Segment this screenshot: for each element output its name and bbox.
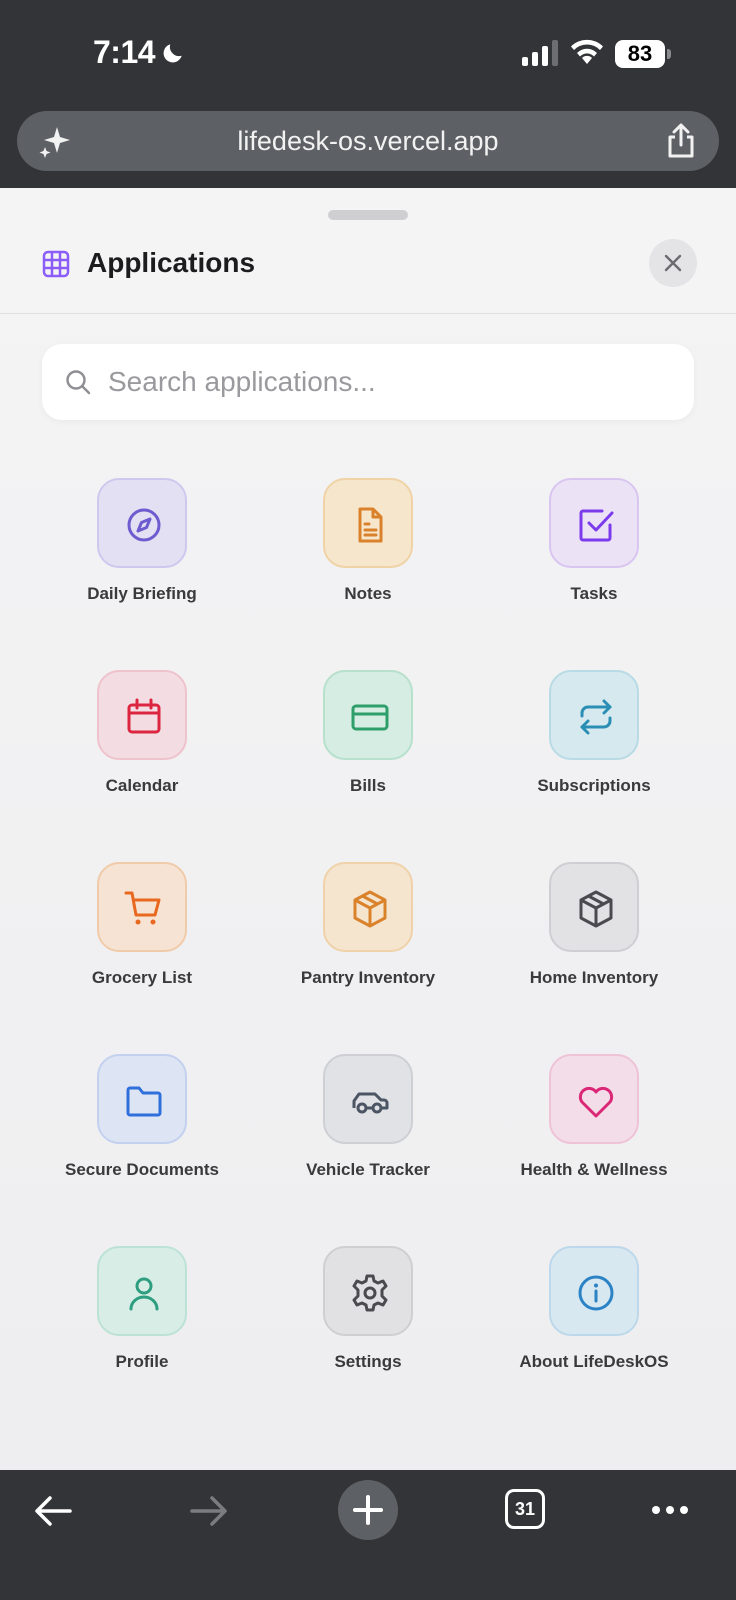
app-tasks[interactable]: Tasks [481, 478, 707, 638]
search-box[interactable] [42, 344, 694, 420]
calendar-icon [127, 698, 161, 734]
close-button[interactable] [649, 239, 697, 287]
moon-icon [163, 44, 182, 63]
app-label: Subscriptions [537, 776, 651, 795]
address-bar[interactable]: lifedesk-os.vercel.app [17, 111, 719, 171]
search-input[interactable] [108, 344, 668, 420]
app-settings[interactable]: Settings [255, 1246, 481, 1406]
status-time: 7:14 [93, 34, 156, 70]
app-vehicle-tracker[interactable]: Vehicle Tracker [255, 1054, 481, 1214]
app-calendar[interactable]: Calendar [29, 670, 255, 830]
applications-sheet: Applications Daily Briefing Notes Tasks Cal… [0, 188, 736, 1470]
car-icon [352, 1092, 389, 1114]
app-tile[interactable] [97, 862, 187, 952]
app-label: Vehicle Tracker [306, 1160, 430, 1179]
app-tile[interactable] [323, 670, 413, 760]
app-profile[interactable]: Profile [29, 1246, 255, 1406]
more-icon[interactable] [650, 1498, 690, 1522]
app-label: Health & Wellness [520, 1160, 668, 1179]
app-bills[interactable]: Bills [255, 670, 481, 830]
folder-icon [126, 1086, 162, 1117]
url-text[interactable]: lifedesk-os.vercel.app [17, 126, 719, 157]
forward-arrow-icon[interactable] [188, 1490, 230, 1532]
sheet-header: Applications [0, 228, 736, 314]
app-home-inventory[interactable]: Home Inventory [481, 862, 707, 1022]
app-tile[interactable] [97, 1246, 187, 1336]
app-tile[interactable] [323, 1246, 413, 1336]
app-label: Daily Briefing [87, 584, 197, 603]
battery-indicator: 83 [615, 40, 671, 68]
sheet-grabber[interactable] [328, 210, 408, 220]
app-label: Secure Documents [65, 1160, 219, 1179]
credit-card-icon [351, 704, 389, 731]
grid-icon [42, 250, 70, 278]
close-icon[interactable] [663, 253, 683, 273]
plus-icon[interactable] [352, 1494, 384, 1526]
battery-cap [667, 49, 671, 59]
back-arrow-icon[interactable] [32, 1490, 74, 1532]
app-label: Notes [344, 584, 392, 603]
app-notes[interactable]: Notes [255, 478, 481, 638]
checkbox-icon [579, 509, 614, 542]
app-tile[interactable] [549, 1246, 639, 1336]
status-bar: 7:14 83 [0, 0, 736, 100]
gear-icon [352, 1274, 388, 1312]
app-label: Grocery List [91, 968, 193, 987]
app-health-and-wellness[interactable]: Health & Wellness [481, 1054, 707, 1214]
app-tile[interactable] [97, 1054, 187, 1144]
shopping-cart-icon [124, 891, 161, 925]
app-tile[interactable] [97, 670, 187, 760]
new-tab-button[interactable] [338, 1480, 398, 1540]
app-label: Calendar [105, 776, 179, 795]
app-label: Bills [350, 776, 386, 795]
app-label: Settings [334, 1352, 402, 1371]
app-pantry-inventory[interactable]: Pantry Inventory [255, 862, 481, 1022]
app-label: Tasks [570, 584, 618, 603]
app-tile[interactable] [549, 1054, 639, 1144]
document-icon [358, 507, 383, 543]
app-subscriptions[interactable]: Subscriptions [481, 670, 707, 830]
cellular-signal-icon [522, 40, 558, 66]
app-label: Profile [115, 1352, 169, 1371]
app-tile[interactable] [97, 478, 187, 568]
app-tile[interactable] [323, 862, 413, 952]
app-tile[interactable] [549, 478, 639, 568]
app-tile[interactable] [549, 862, 639, 952]
heart-icon [578, 1086, 614, 1118]
app-tile[interactable] [549, 670, 639, 760]
browser-toolbar: 31 [0, 1470, 736, 1600]
app-tile[interactable] [323, 1054, 413, 1144]
app-label: Home Inventory [529, 968, 659, 987]
app-label: About LifeDeskOS [519, 1352, 669, 1371]
wifi-icon [571, 39, 603, 64]
package-icon [353, 890, 387, 928]
app-daily-briefing[interactable]: Daily Briefing [29, 478, 255, 638]
app-grocery-list[interactable]: Grocery List [29, 862, 255, 1022]
tabs-button[interactable]: 31 [505, 1489, 545, 1529]
repeat-icon [580, 699, 612, 735]
battery-level: 83 [615, 40, 665, 68]
compass-icon [127, 508, 161, 542]
share-icon[interactable] [665, 123, 697, 159]
search-icon [66, 370, 91, 395]
info-icon [578, 1275, 614, 1311]
app-secure-documents[interactable]: Secure Documents [29, 1054, 255, 1214]
sheet-title: Applications [87, 247, 256, 278]
box-icon [579, 890, 613, 928]
app-label: Pantry Inventory [300, 968, 436, 987]
user-icon [129, 1277, 159, 1311]
app-about-lifedeskos[interactable]: About LifeDeskOS [481, 1246, 707, 1406]
app-tile[interactable] [323, 478, 413, 568]
